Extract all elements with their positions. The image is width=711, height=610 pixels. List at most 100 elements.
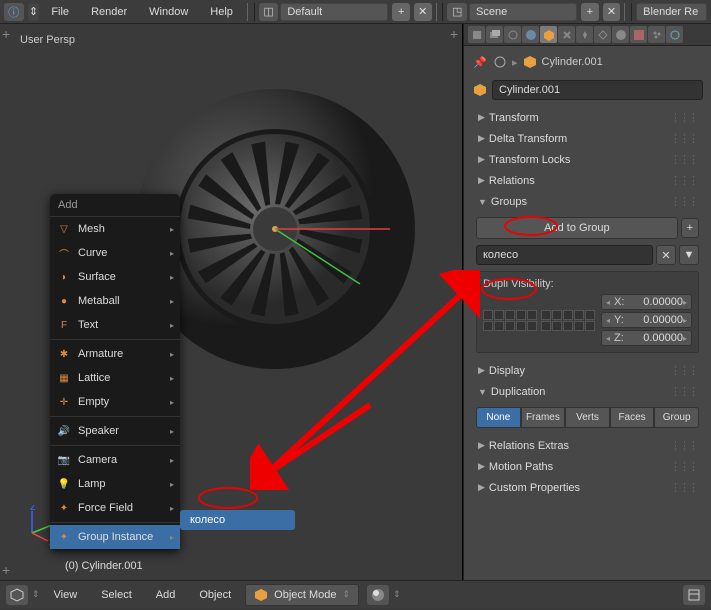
editor-type-dropdown-icon[interactable]: ⇕	[32, 589, 40, 600]
add-menu-item-empty[interactable]: ✛Empty▸	[50, 390, 180, 414]
group-instance-submenu-item[interactable]: колесо	[180, 510, 295, 530]
add-menu-item-group-instance[interactable]: ✦Group Instance▸	[50, 525, 180, 549]
add-menu-item-surface[interactable]: ◗Surface▸	[50, 265, 180, 289]
layer-cell[interactable]	[505, 321, 515, 331]
scene-field[interactable]: Scene	[469, 3, 577, 21]
viewport-shading-button[interactable]	[367, 585, 389, 605]
grip-icon[interactable]: ⋮⋮⋮	[670, 153, 697, 166]
panel-header-transform-locks[interactable]: ▶Transform Locks⋮⋮⋮	[472, 150, 703, 169]
grip-icon[interactable]: ⋮⋮⋮	[670, 460, 697, 473]
tab-particles[interactable]	[648, 26, 665, 43]
tab-render-layers[interactable]	[486, 26, 503, 43]
panel-header-groups[interactable]: ▼ Groups ⋮⋮⋮	[472, 192, 703, 211]
layer-cell[interactable]	[483, 321, 493, 331]
properties-editor-icon[interactable]	[683, 585, 705, 605]
chevron-left-icon[interactable]: ◂	[606, 334, 610, 343]
engine-field[interactable]: Blender Re	[636, 3, 707, 21]
layout-browse-icon[interactable]: ◫	[259, 3, 279, 21]
editor-type-3dview-icon[interactable]	[6, 585, 28, 605]
grip-icon[interactable]: ⋮⋮⋮	[670, 111, 697, 124]
grip-icon[interactable]: ⋮⋮⋮	[670, 174, 697, 187]
add-menu-item-speaker[interactable]: 🔊Speaker▸	[50, 419, 180, 443]
duplication-tab-frames[interactable]: Frames	[521, 407, 566, 428]
grip-icon[interactable]: ⋮⋮⋮	[670, 439, 697, 452]
grip-icon[interactable]: ⋮⋮⋮	[670, 364, 697, 377]
grip-icon[interactable]: ⋮⋮⋮	[670, 385, 697, 398]
menu-render[interactable]: Render	[81, 2, 137, 22]
tab-modifiers[interactable]	[576, 26, 593, 43]
scene-remove-button[interactable]: ✕	[603, 3, 621, 21]
viewport-3d[interactable]: User Persp + + + z y x (0	[0, 24, 463, 580]
layer-cell[interactable]	[483, 310, 493, 320]
tab-object[interactable]	[540, 26, 557, 43]
add-menu-item-camera[interactable]: 📷Camera▸	[50, 448, 180, 472]
add-menu-item-armature[interactable]: ✱Armature▸	[50, 342, 180, 366]
grip-icon[interactable]: ⋮⋮⋮	[670, 195, 697, 208]
layer-cell[interactable]	[541, 321, 551, 331]
add-menu-item-text[interactable]: FText▸	[50, 313, 180, 337]
tab-render[interactable]	[468, 26, 485, 43]
layer-cell[interactable]	[527, 321, 537, 331]
layer-cell[interactable]	[552, 310, 562, 320]
panel-header-delta-transform[interactable]: ▶Delta Transform⋮⋮⋮	[472, 129, 703, 148]
layout-field[interactable]: Default	[280, 3, 388, 21]
layer-cell[interactable]	[585, 310, 595, 320]
duplication-tab-group[interactable]: Group	[654, 407, 699, 428]
layer-cell[interactable]	[541, 310, 551, 320]
chevron-right-icon[interactable]: ▸	[683, 316, 687, 325]
tab-material[interactable]	[612, 26, 629, 43]
duplication-tab-verts[interactable]: Verts	[565, 407, 610, 428]
menu-file[interactable]: File	[41, 2, 79, 22]
layer-cell[interactable]	[494, 310, 504, 320]
panel-header-relations[interactable]: ▶Relations⋮⋮⋮	[472, 171, 703, 190]
tab-texture[interactable]	[630, 26, 647, 43]
panel-header-custom-properties[interactable]: ▶Custom Properties⋮⋮⋮	[472, 478, 703, 497]
layer-cell[interactable]	[516, 310, 526, 320]
menu-help[interactable]: Help	[200, 2, 243, 22]
tab-data[interactable]	[594, 26, 611, 43]
layer-cell[interactable]	[552, 321, 562, 331]
dupli-offset-y[interactable]: ◂Y:0.00000▸	[601, 312, 692, 328]
corner-plus-bl[interactable]: +	[2, 562, 10, 578]
duplication-tab-faces[interactable]: Faces	[610, 407, 655, 428]
shading-dropdown-icon[interactable]: ⇕	[393, 589, 401, 600]
chevron-right-icon[interactable]: ▸	[683, 298, 687, 307]
layer-cell[interactable]	[563, 310, 573, 320]
layer-cell[interactable]	[527, 310, 537, 320]
add-menu-item-metaball[interactable]: ●Metaball▸	[50, 289, 180, 313]
tab-scene[interactable]	[504, 26, 521, 43]
layer-cell[interactable]	[574, 310, 584, 320]
panel-header-relations-extras[interactable]: ▶Relations Extras⋮⋮⋮	[472, 436, 703, 455]
panel-header-display[interactable]: ▶Display⋮⋮⋮	[472, 361, 703, 380]
tab-world[interactable]	[522, 26, 539, 43]
footer-menu-add[interactable]: Add	[146, 585, 186, 605]
remove-group-button[interactable]: ✕	[656, 245, 676, 265]
group-name-input[interactable]	[476, 245, 653, 265]
layer-grid-right[interactable]	[541, 310, 595, 331]
chevron-right-icon[interactable]: ▸	[683, 334, 687, 343]
footer-menu-select[interactable]: Select	[91, 585, 142, 605]
panel-header-duplication[interactable]: ▼ Duplication ⋮⋮⋮	[472, 382, 703, 401]
add-group-plus-button[interactable]: +	[681, 218, 699, 238]
layer-cell[interactable]	[516, 321, 526, 331]
layer-cell[interactable]	[574, 321, 584, 331]
corner-plus-tr[interactable]: +	[450, 26, 458, 42]
duplication-tab-none[interactable]: None	[476, 407, 521, 428]
editor-type-dropdown[interactable]: ⇕	[28, 3, 40, 21]
info-icon[interactable]: ⓘ	[4, 3, 24, 21]
dupli-offset-x[interactable]: ◂X:0.00000▸	[601, 294, 692, 310]
tab-constraints[interactable]	[558, 26, 575, 43]
scene-browse-icon[interactable]: ◳	[447, 3, 467, 21]
layer-cell[interactable]	[563, 321, 573, 331]
add-menu-item-lamp[interactable]: 💡Lamp▸	[50, 472, 180, 496]
tab-physics[interactable]	[666, 26, 683, 43]
chevron-left-icon[interactable]: ◂	[606, 298, 610, 307]
footer-menu-view[interactable]: View	[44, 585, 88, 605]
layer-cell[interactable]	[494, 321, 504, 331]
grip-icon[interactable]: ⋮⋮⋮	[670, 481, 697, 494]
group-specials-button[interactable]: ▼	[679, 245, 699, 265]
scene-add-button[interactable]: +	[581, 3, 599, 21]
add-menu-item-lattice[interactable]: ▦Lattice▸	[50, 366, 180, 390]
layout-remove-button[interactable]: ✕	[414, 3, 432, 21]
menu-window[interactable]: Window	[139, 2, 198, 22]
